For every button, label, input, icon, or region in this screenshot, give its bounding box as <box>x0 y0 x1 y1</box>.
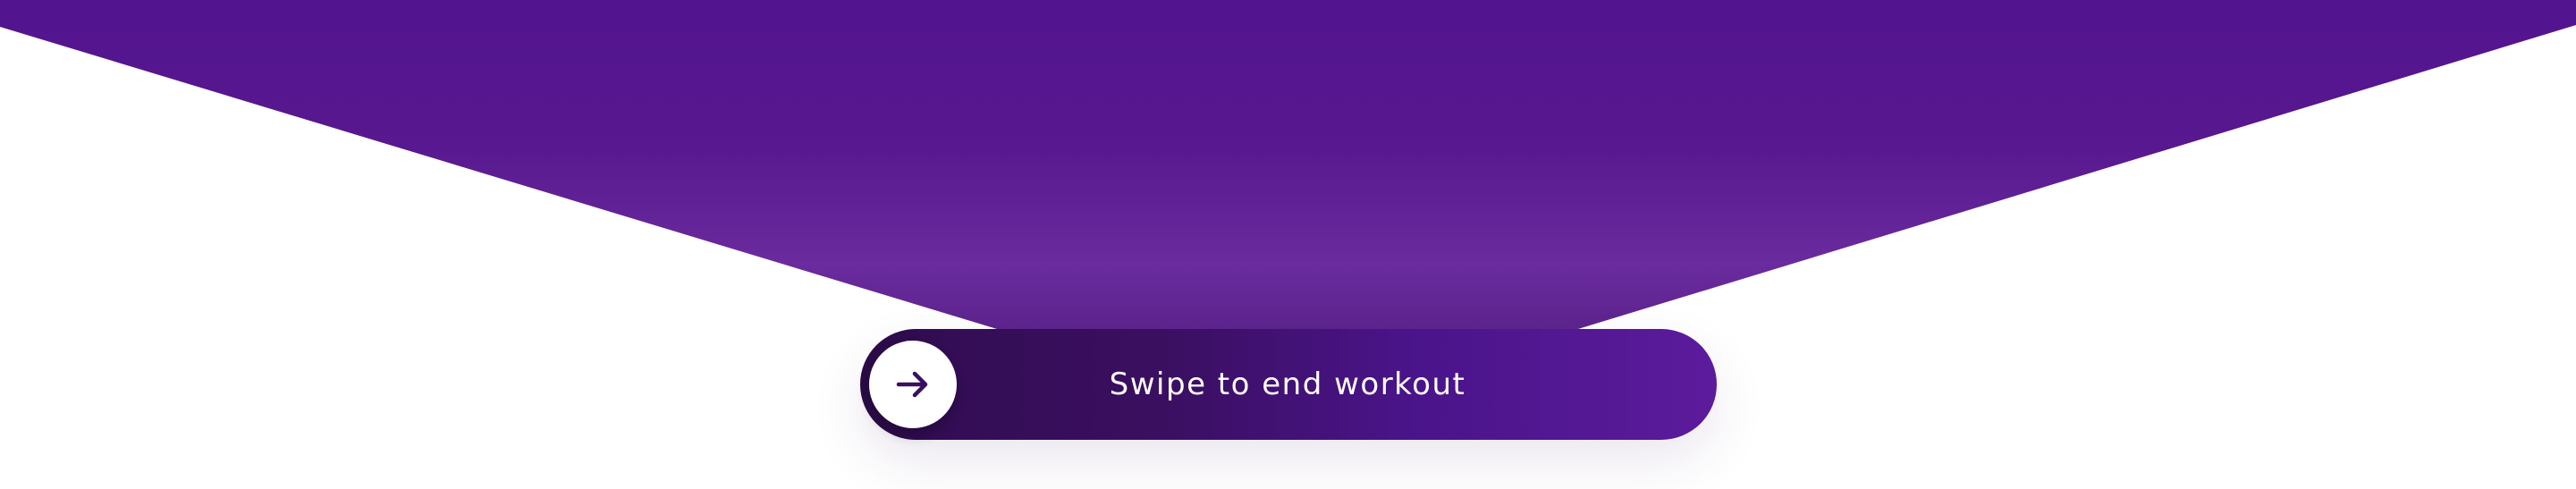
header-chevron-shape <box>0 0 2576 329</box>
arrow-right-icon <box>896 371 928 398</box>
swipe-label: Swipe to end workout <box>1109 367 1466 402</box>
workout-screen: Swipe to end workout <box>0 0 2576 489</box>
swipe-handle[interactable] <box>869 341 957 428</box>
